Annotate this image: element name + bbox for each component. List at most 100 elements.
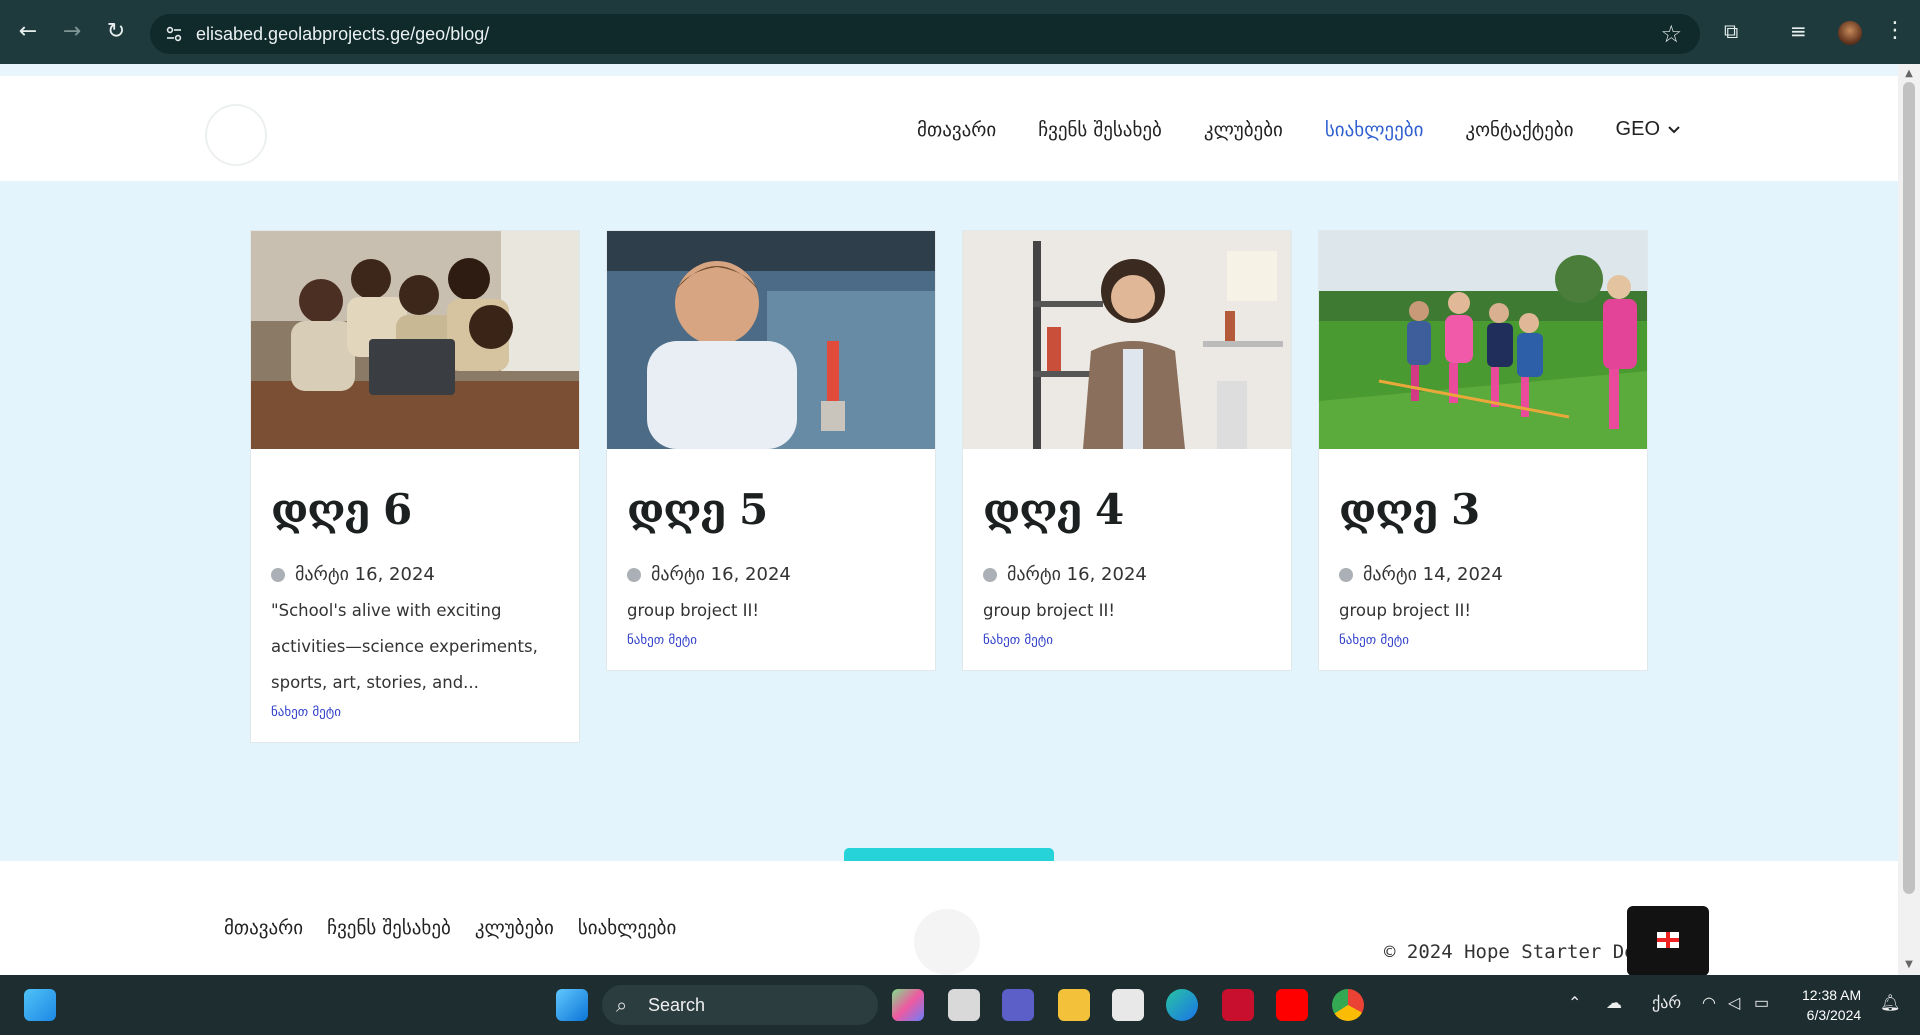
mcafee-icon[interactable]: [1222, 989, 1254, 1021]
post-title[interactable]: დღე 6: [271, 485, 559, 534]
post-image-graphic: [963, 231, 1291, 449]
footer-logo: [914, 909, 980, 975]
post-excerpt: group broject II!: [627, 601, 760, 620]
battery-icon[interactable]: ▭: [1754, 993, 1769, 1013]
site-footer: მთავარი ჩვენს შესახებ კლუბები სიახლეები …: [0, 861, 1898, 975]
language-label: GEO: [1615, 118, 1660, 140]
top-strip: [0, 64, 1898, 76]
search-icon: ⌕: [616, 993, 628, 1017]
blog-section: დღე 6 მარტი 16, 2024 "School's alive wit…: [0, 181, 1898, 906]
forward-arrow-icon[interactable]: →: [58, 18, 86, 46]
reload-icon[interactable]: ↻: [102, 18, 130, 46]
footer-nav-news[interactable]: სიახლეები: [578, 917, 677, 939]
input-language[interactable]: ქარ: [1652, 993, 1681, 1013]
read-more-link[interactable]: ნახეთ მეტი: [627, 633, 915, 648]
read-more-link[interactable]: ნახეთ მეტი: [983, 633, 1271, 648]
menu-kebab-icon[interactable]: ⋮: [1884, 18, 1906, 43]
widgets-icon[interactable]: [24, 989, 56, 1021]
address-bar[interactable]: elisabed.geolabprojects.ge/geo/blog/ ☆: [150, 14, 1700, 54]
nav-item-home[interactable]: მთავარი: [917, 119, 996, 141]
post-image-boy[interactable]: [607, 231, 935, 449]
scroll-down-icon[interactable]: ▼: [1903, 959, 1915, 971]
copilot-icon[interactable]: [892, 989, 924, 1021]
post-date-text: მარტი 16, 2024: [1007, 564, 1147, 585]
site-header: მთავარი ჩვენს შესახებ კლუბები სიახლეები …: [0, 76, 1898, 181]
main-nav: მთავარი ჩვენს შესახებ კლუბები სიახლეები …: [917, 118, 1680, 141]
profile-avatar[interactable]: [1838, 21, 1862, 45]
notification-bell-icon[interactable]: 🔔︎: [1880, 993, 1900, 1013]
footer-nav-clubs[interactable]: კლუბები: [475, 917, 554, 939]
onedrive-icon[interactable]: ☁: [1606, 993, 1622, 1013]
post-date: მარტი 16, 2024: [627, 564, 915, 585]
chevron-down-icon: [1668, 125, 1680, 133]
post-image-graphic: [1319, 231, 1647, 449]
search-label: Search: [648, 995, 706, 1015]
start-windows-icon[interactable]: [556, 989, 588, 1021]
copyright-text: © 2024 Hope Starter De: [1384, 941, 1636, 963]
browser-toolbar: ← → ↻ elisabed.geolabprojects.ge/geo/blo…: [0, 0, 1920, 64]
post-excerpt: group broject II!: [983, 601, 1116, 620]
edge-icon[interactable]: [1166, 989, 1198, 1021]
teams-icon[interactable]: [1002, 989, 1034, 1021]
date-dot-icon: [1339, 567, 1353, 582]
page-viewport: მთავარი ჩვენს შესახებ კლუბები სიახლეები …: [0, 64, 1898, 975]
post-title[interactable]: დღე 4: [983, 485, 1271, 534]
georgia-flag-icon: [1657, 932, 1679, 948]
file-explorer-icon[interactable]: [1058, 989, 1090, 1021]
nav-item-news[interactable]: სიახლეები: [1325, 119, 1424, 141]
read-more-link[interactable]: ნახეთ მეტი: [1339, 633, 1627, 648]
clock-date: 6/3/2024: [1806, 1007, 1862, 1023]
post-excerpt: "School's alive with exciting activities…: [271, 601, 538, 692]
scroll-up-icon[interactable]: ▲: [1903, 68, 1915, 80]
footer-nav-about[interactable]: ჩვენს შესახებ: [327, 917, 451, 939]
volume-icon[interactable]: ◁: [1728, 993, 1740, 1013]
date-dot-icon: [627, 567, 641, 582]
language-popup[interactable]: [1627, 906, 1709, 975]
page-scrollbar[interactable]: ▲ ▼: [1898, 64, 1920, 975]
chrome-icon[interactable]: [1332, 989, 1364, 1021]
nav-item-contacts[interactable]: კონტაქტები: [1465, 119, 1573, 141]
clock-time: 12:38 AM: [1802, 987, 1862, 1003]
post-date: მარტი 16, 2024: [271, 564, 559, 585]
nav-item-clubs[interactable]: კლუბები: [1204, 119, 1283, 141]
post-image-classroom[interactable]: [251, 231, 579, 449]
blog-card: დღე 3 მარტი 14, 2024 group broject II! ნ…: [1318, 230, 1648, 671]
post-date: მარტი 14, 2024: [1339, 564, 1627, 585]
extensions-icon[interactable]: ⧉: [1724, 19, 1738, 43]
post-date-text: მარტი 14, 2024: [1363, 564, 1503, 585]
blog-card: დღე 5 მარტი 16, 2024 group broject II! ნ…: [606, 230, 936, 671]
post-date-text: მარტი 16, 2024: [295, 564, 435, 585]
windows-taskbar: ⌕ Search ⌃ ☁ ქარ ◠ ◁ ▭ 12:38 AM 6/3/2024…: [0, 975, 1920, 1035]
wifi-icon[interactable]: ◠: [1702, 993, 1716, 1013]
media-control-icon[interactable]: ≡: [1790, 19, 1807, 43]
bookmark-star-icon[interactable]: ☆: [1660, 20, 1682, 48]
scrollbar-thumb[interactable]: [1903, 82, 1915, 894]
site-logo[interactable]: [205, 104, 267, 166]
footer-nav: მთავარი ჩვენს შესახებ კლუბები სიახლეები: [224, 917, 676, 939]
post-date-text: მარტი 16, 2024: [651, 564, 791, 585]
language-switcher[interactable]: GEO: [1616, 118, 1680, 141]
post-title[interactable]: დღე 5: [627, 485, 915, 534]
date-dot-icon: [983, 567, 997, 582]
post-excerpt: group broject II!: [1339, 601, 1472, 620]
post-image-kids-field[interactable]: [1319, 231, 1647, 449]
post-image-graphic: [607, 231, 935, 449]
taskbar-search[interactable]: ⌕ Search: [602, 985, 878, 1025]
post-title[interactable]: დღე 3: [1339, 485, 1627, 534]
back-arrow-icon[interactable]: ←: [14, 18, 42, 46]
date-dot-icon: [271, 567, 285, 582]
read-more-link[interactable]: ნახეთ მეტი: [271, 705, 559, 720]
post-date: მარტი 16, 2024: [983, 564, 1271, 585]
youtube-icon[interactable]: [1276, 989, 1308, 1021]
site-info-icon[interactable]: [164, 24, 184, 44]
blog-card: დღე 4 მარტი 16, 2024 group broject II! ნ…: [962, 230, 1292, 671]
nav-item-about[interactable]: ჩვენს შესახებ: [1038, 119, 1162, 141]
system-clock[interactable]: 12:38 AM 6/3/2024: [1802, 985, 1861, 1025]
store-icon[interactable]: [1112, 989, 1144, 1021]
url-text[interactable]: elisabed.geolabprojects.ge/geo/blog/: [196, 24, 489, 45]
footer-nav-home[interactable]: მთავარი: [224, 917, 303, 939]
post-image-teacher[interactable]: [963, 231, 1291, 449]
blog-card: დღე 6 მარტი 16, 2024 "School's alive wit…: [250, 230, 580, 743]
task-view-icon[interactable]: [948, 989, 980, 1021]
tray-overflow-chevron-icon[interactable]: ⌃: [1568, 993, 1581, 1013]
